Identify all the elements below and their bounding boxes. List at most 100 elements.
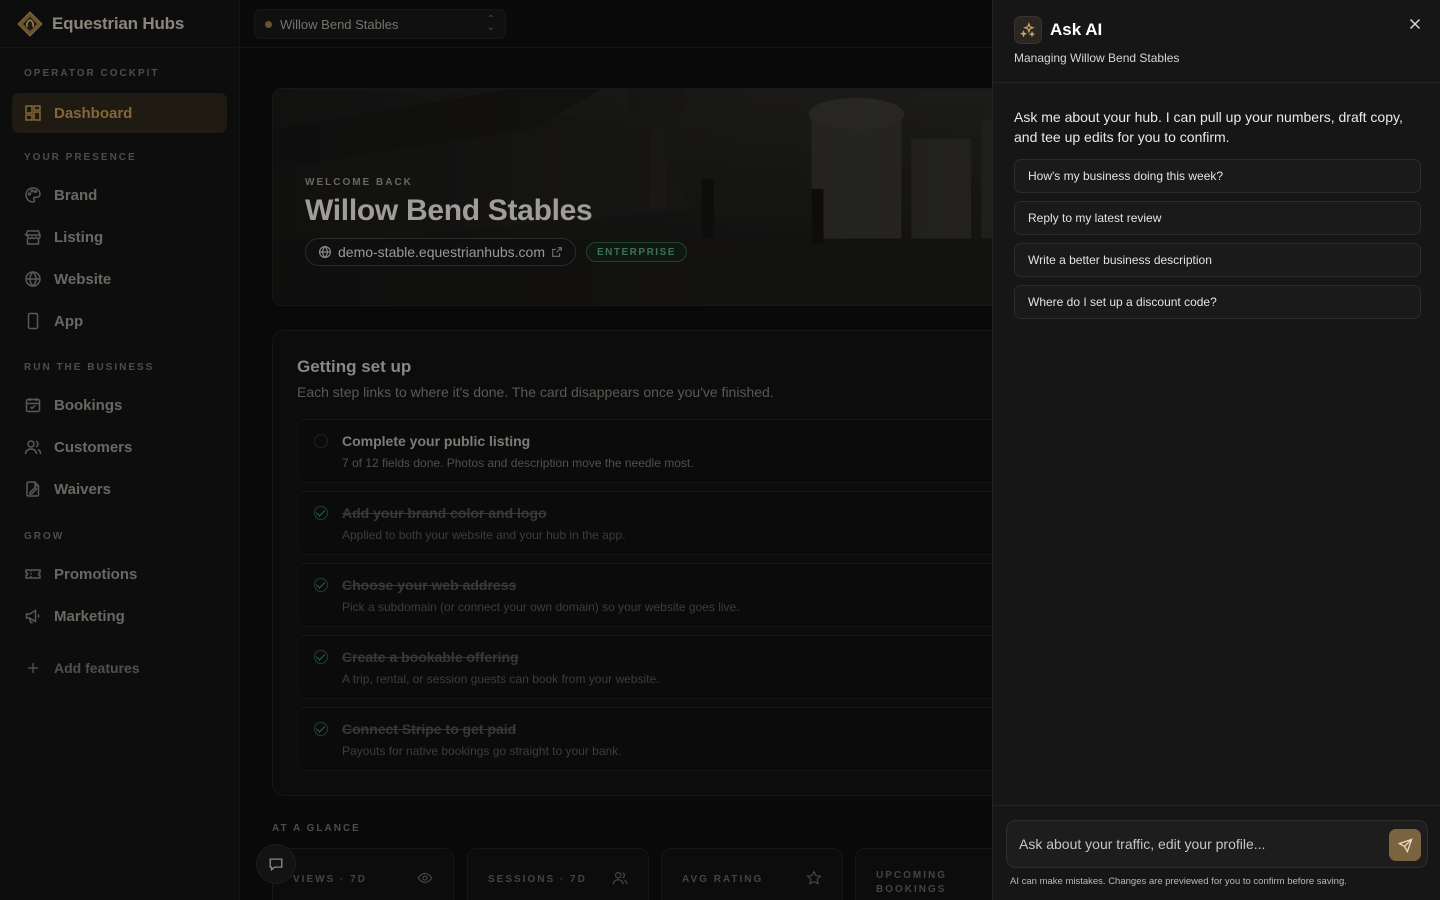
eye-icon xyxy=(417,872,433,884)
stat-label: SESSIONS · 7D xyxy=(488,874,587,885)
sidebar-item-label: Bookings xyxy=(54,396,123,414)
ticket-icon xyxy=(25,569,41,579)
logo[interactable]: Equestrian Hubs xyxy=(0,0,239,48)
sidebar-item-dashboard[interactable]: Dashboard xyxy=(12,93,227,133)
stat-label: VIEWS · 7D xyxy=(293,874,367,885)
incomplete-circle-icon xyxy=(314,434,328,448)
step-title: Add your brand color and logo xyxy=(342,505,547,521)
sidebar-item-label: Dashboard xyxy=(54,104,133,122)
nav-section-operator: OPERATOR COCKPIT Dashboard xyxy=(0,66,239,133)
sidebar-item-customers[interactable]: Customers xyxy=(12,427,227,467)
users-icon xyxy=(612,872,628,885)
chat-button[interactable] xyxy=(256,844,296,884)
setup-title: Getting set up xyxy=(297,357,412,376)
setup-step[interactable]: Complete your public listing 7 of 12 fie… xyxy=(297,419,992,483)
setup-subtitle: Each step links to where it's done. The … xyxy=(297,384,774,400)
ai-message-input[interactable] xyxy=(1019,836,1359,852)
ai-panel-subtitle: Managing Willow Bend Stables xyxy=(1014,51,1180,65)
check-circle-icon xyxy=(314,578,328,592)
nav-section-presence: YOUR PRESENCE Brand Listing Website App xyxy=(0,150,239,341)
stat-card-sessions[interactable]: SESSIONS · 7D xyxy=(467,848,649,900)
setup-step[interactable]: Connect Stripe to get paid Payouts for n… xyxy=(297,707,992,771)
page-title: Willow Bend Stables xyxy=(305,194,593,227)
phone-icon xyxy=(27,312,39,330)
step-description: A trip, rental, or session guests can bo… xyxy=(342,672,660,686)
plus-icon xyxy=(28,663,38,673)
setup-step[interactable]: Choose your web address Pick a subdomain… xyxy=(297,563,992,627)
star-icon xyxy=(806,870,822,885)
stable-switcher-label: Willow Bend Stables xyxy=(280,16,399,32)
stable-switcher[interactable]: Willow Bend Stables ⌃ ⌄ xyxy=(254,9,506,39)
chat-bubble-icon xyxy=(269,858,283,872)
hero-meta: demo-stable.equestrianhubs.com ENTERPRIS… xyxy=(305,238,687,266)
document-sign-icon xyxy=(26,481,40,497)
close-icon[interactable] xyxy=(1407,16,1423,32)
step-description: Payouts for native bookings go straight … xyxy=(342,744,622,758)
suggestion-chip[interactable]: Where do I set up a discount code? xyxy=(1014,285,1421,319)
step-description: Pick a subdomain (or connect your own do… xyxy=(342,600,740,614)
main-content: WELCOME BACK Willow Bend Stables demo-st… xyxy=(240,48,992,900)
external-link-icon xyxy=(552,247,562,257)
stat-label: UPCOMING BOOKINGS xyxy=(876,870,947,895)
sidebar: Equestrian Hubs OPERATOR COCKPIT Dashboa… xyxy=(0,0,240,900)
check-circle-icon xyxy=(314,722,328,736)
setup-step[interactable]: Add your brand color and logo Applied to… xyxy=(297,491,992,555)
sidebar-item-website[interactable]: Website xyxy=(12,259,227,299)
nav-section-add: Add features xyxy=(0,648,239,688)
getting-set-up-card: Getting set up Each step links to where … xyxy=(272,330,992,796)
sidebar-item-brand[interactable]: Brand xyxy=(12,175,227,215)
palette-icon xyxy=(25,187,41,203)
sidebar-item-label: Website xyxy=(54,270,112,288)
store-icon xyxy=(24,230,41,245)
send-icon xyxy=(1397,837,1413,853)
step-title: Connect Stripe to get paid xyxy=(342,721,517,737)
nav-heading: GROW xyxy=(24,531,65,542)
sidebar-item-listing[interactable]: Listing xyxy=(12,217,227,257)
nav-heading: OPERATOR COCKPIT xyxy=(24,68,160,79)
calendar-icon xyxy=(25,398,41,413)
sidebar-item-label: Promotions xyxy=(54,565,138,583)
users-icon xyxy=(24,440,42,455)
sidebar-item-label: Listing xyxy=(54,228,104,246)
step-description: Applied to both your website and your hu… xyxy=(342,528,626,542)
step-title: Choose your web address xyxy=(342,577,517,593)
brand-name: Equestrian Hubs xyxy=(52,13,185,33)
website-domain: demo-stable.equestrianhubs.com xyxy=(338,244,546,260)
globe-icon xyxy=(318,245,332,259)
stat-card-bookings[interactable]: UPCOMING BOOKINGS xyxy=(855,848,992,900)
step-description: 7 of 12 fields done. Photos and descript… xyxy=(342,456,694,470)
nav-section-business: RUN THE BUSINESS Bookings Customers Waiv… xyxy=(0,360,239,509)
suggestion-chip[interactable]: How's my business doing this week? xyxy=(1014,159,1421,193)
sidebar-item-waivers[interactable]: Waivers xyxy=(12,469,227,509)
send-button[interactable] xyxy=(1389,829,1421,861)
step-title: Create a bookable offering xyxy=(342,649,519,665)
ai-panel-header: Ask AI Managing Willow Bend Stables xyxy=(993,0,1440,83)
plan-badge: ENTERPRISE xyxy=(586,242,687,262)
stat-card-views[interactable]: VIEWS · 7D xyxy=(272,848,454,900)
sidebar-item-marketing[interactable]: Marketing xyxy=(12,596,227,636)
ai-panel-title: Ask AI xyxy=(1050,20,1103,39)
globe-icon xyxy=(25,270,41,288)
megaphone-icon xyxy=(25,609,40,624)
suggestion-chip[interactable]: Write a better business description xyxy=(1014,243,1421,277)
app-root: Equestrian Hubs OPERATOR COCKPIT Dashboa… xyxy=(0,0,1440,900)
ai-input-wrapper xyxy=(1006,820,1428,868)
sidebar-item-app[interactable]: App xyxy=(12,301,227,341)
hero-eyebrow: WELCOME BACK xyxy=(305,177,413,188)
ai-intro-message: Ask me about your hub. I can pull up you… xyxy=(1014,109,1403,145)
setup-step[interactable]: Create a bookable offering A trip, renta… xyxy=(297,635,992,699)
ai-composer: AI can make mistakes. Changes are previe… xyxy=(993,805,1440,900)
website-link[interactable]: demo-stable.equestrianhubs.com xyxy=(305,238,577,266)
sidebar-item-bookings[interactable]: Bookings xyxy=(12,385,227,425)
suggestion-chip[interactable]: Reply to my latest review xyxy=(1014,201,1421,235)
check-circle-icon xyxy=(314,650,328,664)
add-features-button[interactable]: Add features xyxy=(12,648,227,688)
at-a-glance-heading: AT A GLANCE xyxy=(272,823,361,834)
sidebar-item-label: Waivers xyxy=(54,480,111,498)
step-title: Complete your public listing xyxy=(342,433,531,449)
sidebar-item-promotions[interactable]: Promotions xyxy=(12,554,227,594)
welcome-hero: WELCOME BACK Willow Bend Stables demo-st… xyxy=(272,88,992,306)
nav-heading: RUN THE BUSINESS xyxy=(24,362,155,373)
stat-card-rating[interactable]: AVG RATING xyxy=(661,848,843,900)
sidebar-item-label: Customers xyxy=(54,438,133,456)
